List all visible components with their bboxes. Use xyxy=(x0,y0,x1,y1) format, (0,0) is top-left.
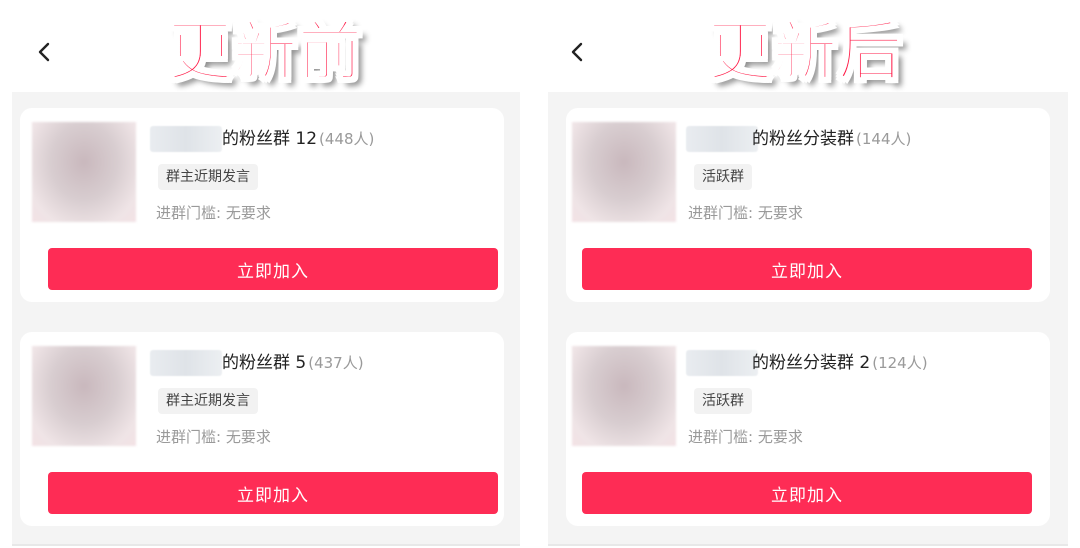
group-title: 的粉丝群 12 (448人) xyxy=(222,126,374,152)
entry-threshold: 进群门槛: 无要求 xyxy=(156,204,271,222)
group-name: 的粉丝分装群 xyxy=(752,129,854,149)
group-tag: 活跃群 xyxy=(694,164,752,190)
group-tag: 活跃群 xyxy=(694,388,752,414)
group-card: 的粉丝群 5 (437人) 群主近期发言 进群门槛: 无要求 立即加入 xyxy=(20,332,504,526)
bottom-divider xyxy=(548,544,1068,546)
blurred-owner-name xyxy=(686,126,758,152)
group-name: 的粉丝群 5 xyxy=(222,353,307,373)
panel-after: 更新后 的粉丝分装群 (144人) 活跃群 进群门槛: 无要求 立即加入 的粉丝分… xyxy=(536,0,1080,548)
group-name: 的粉丝分装群 2 xyxy=(752,353,871,373)
blurred-owner-name xyxy=(686,350,758,376)
group-name: 的粉丝群 12 xyxy=(222,129,318,149)
group-tag: 群主近期发言 xyxy=(158,388,258,414)
overlay-title: 更新后 xyxy=(707,15,903,91)
join-button[interactable]: 立即加入 xyxy=(582,248,1032,290)
top-bar: 更新前 xyxy=(0,0,532,92)
entry-threshold: 进群门槛: 无要求 xyxy=(156,428,271,446)
group-avatar xyxy=(572,346,676,446)
blurred-owner-name xyxy=(150,350,222,376)
group-card: 的粉丝分装群 2 (124人) 活跃群 进群门槛: 无要求 立即加入 xyxy=(566,332,1050,526)
overlay-title: 更新前 xyxy=(167,15,363,91)
member-count: (437人) xyxy=(308,354,364,372)
top-bar: 更新后 xyxy=(536,0,1080,92)
bottom-divider xyxy=(12,544,520,546)
group-title: 的粉丝分装群 (144人) xyxy=(752,126,911,152)
member-count: (144人) xyxy=(856,130,912,148)
join-button[interactable]: 立即加入 xyxy=(48,248,498,290)
group-tag: 群主近期发言 xyxy=(158,164,258,190)
group-avatar xyxy=(32,346,136,446)
join-button[interactable]: 立即加入 xyxy=(48,472,498,514)
chevron-left-icon[interactable] xyxy=(30,36,58,68)
group-card: 的粉丝群 12 (448人) 群主近期发言 进群门槛: 无要求 立即加入 xyxy=(20,108,504,302)
member-count: (124人) xyxy=(872,354,928,372)
member-count: (448人) xyxy=(319,130,375,148)
panel-before: 更新前 的粉丝群 12 (448人) 群主近期发言 进群门槛: 无要求 立即加入 … xyxy=(0,0,532,548)
entry-threshold: 进群门槛: 无要求 xyxy=(688,204,803,222)
blurred-owner-name xyxy=(150,126,222,152)
group-avatar xyxy=(32,122,136,222)
group-card: 的粉丝分装群 (144人) 活跃群 进群门槛: 无要求 立即加入 xyxy=(566,108,1050,302)
chevron-left-icon[interactable] xyxy=(563,36,591,68)
entry-threshold: 进群门槛: 无要求 xyxy=(688,428,803,446)
group-avatar xyxy=(572,122,676,222)
group-title: 的粉丝分装群 2 (124人) xyxy=(752,350,928,376)
join-button[interactable]: 立即加入 xyxy=(582,472,1032,514)
group-title: 的粉丝群 5 (437人) xyxy=(222,350,364,376)
